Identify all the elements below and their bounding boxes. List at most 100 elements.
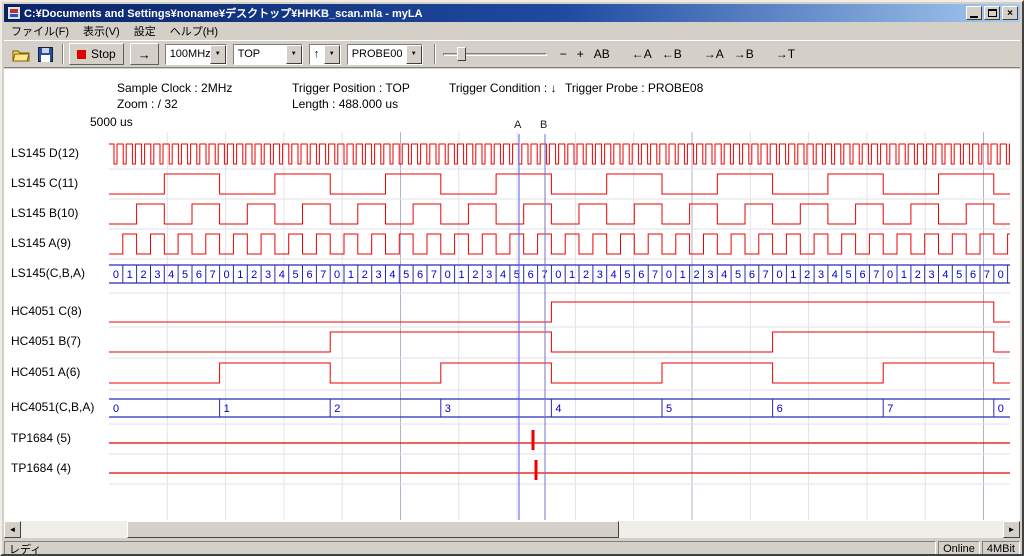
svg-text:2: 2 [251, 269, 257, 281]
chevron-down-icon[interactable]: ▼ [286, 45, 302, 64]
svg-text:6: 6 [777, 403, 783, 415]
svg-text:1: 1 [569, 269, 575, 281]
run-arrow-icon: → [138, 47, 151, 62]
close-button[interactable]: × [1002, 6, 1018, 20]
status-memory: 4MBit [982, 541, 1020, 556]
zoom-slider[interactable] [443, 44, 547, 64]
svg-text:7: 7 [210, 269, 216, 281]
svg-text:3: 3 [929, 269, 935, 281]
trigger-position-combobox[interactable]: TOP ▼ [233, 44, 303, 65]
trigger-probe-combobox[interactable]: PROBE00 ▼ [347, 44, 423, 65]
svg-text:3: 3 [818, 269, 824, 281]
scrollbar-track[interactable] [21, 521, 1003, 538]
zoom-text: Zoom : / 32 [117, 97, 178, 111]
minimize-button[interactable] [966, 6, 982, 20]
trigger-edge-combobox[interactable]: ↑ ▼ [309, 44, 341, 65]
folder-open-icon [12, 47, 30, 62]
menubar: ファイル(F) 表示(V) 設定 ヘルプ(H) [4, 22, 1020, 40]
svg-text:2: 2 [915, 269, 921, 281]
zoom-in-button[interactable]: + [573, 44, 588, 64]
zoom-slider-thumb[interactable] [457, 47, 466, 61]
svg-text:3: 3 [154, 269, 160, 281]
goto-cursor-b-left-button[interactable]: ←B [658, 44, 686, 64]
goto-cursor-a-left-button[interactable]: ←A [628, 44, 656, 64]
svg-text:1: 1 [680, 269, 686, 281]
menu-view[interactable]: 表示(V) [76, 21, 127, 41]
channel-label: HC4051 C(8) [11, 304, 82, 318]
waveform-area[interactable]: 0123456701234567012345670123456701234567… [109, 132, 1010, 520]
goto-trigger-button[interactable]: →T [772, 44, 799, 64]
wave-LS145-C-B-A: 0123456701234567012345670123456701234567… [109, 265, 1010, 283]
svg-text:1: 1 [348, 269, 354, 281]
open-file-button[interactable] [9, 43, 33, 65]
svg-text:0: 0 [998, 403, 1004, 415]
wave-LS145-D-12 [109, 144, 1010, 164]
svg-text:5: 5 [846, 269, 852, 281]
trigger-probe-text: Trigger Probe : PROBE08 [565, 81, 703, 95]
chevron-down-icon[interactable]: ▼ [210, 45, 226, 64]
channel-label: LS145 A(9) [11, 236, 71, 250]
svg-text:6: 6 [859, 269, 865, 281]
sample-clock-value: 100MHz [166, 45, 210, 64]
scroll-right-button[interactable]: ► [1003, 521, 1020, 538]
trigger-position-value: TOP [234, 45, 286, 64]
window-title: C:¥Documents and Settings¥noname¥デスクトップ¥… [24, 5, 964, 21]
svg-text:2: 2 [694, 269, 700, 281]
stop-icon [77, 50, 86, 59]
svg-text:0: 0 [776, 269, 782, 281]
stop-button[interactable]: Stop [69, 43, 124, 65]
titlebar: C:¥Documents and Settings¥noname¥デスクトップ¥… [4, 4, 1020, 22]
svg-text:6: 6 [417, 269, 423, 281]
wave-HC4051-A-6 [109, 363, 1010, 383]
zoom-out-button[interactable]: − [556, 44, 571, 64]
svg-text:5: 5 [735, 269, 741, 281]
svg-text:6: 6 [528, 269, 534, 281]
svg-text:5: 5 [182, 269, 188, 281]
svg-text:6: 6 [749, 269, 755, 281]
run-button[interactable]: → [130, 43, 159, 65]
svg-text:2: 2 [362, 269, 368, 281]
chevron-down-icon[interactable]: ▼ [324, 45, 340, 64]
wave-HC4051-C-B-A: 012345670 [109, 399, 1010, 417]
menu-settings[interactable]: 設定 [127, 21, 163, 41]
svg-text:0: 0 [666, 269, 672, 281]
scroll-left-button[interactable]: ◄ [4, 521, 21, 538]
toolbar-separator [434, 44, 436, 64]
maximize-icon [988, 9, 997, 17]
svg-text:2: 2 [804, 269, 810, 281]
maximize-button[interactable] [984, 6, 1000, 20]
goto-cursor-b-right-button[interactable]: →B [730, 44, 758, 64]
save-button[interactable] [33, 43, 57, 65]
svg-text:5: 5 [666, 403, 672, 415]
svg-text:7: 7 [873, 269, 879, 281]
scrollbar-thumb[interactable] [127, 521, 619, 538]
channel-label: LS145(C,B,A) [11, 266, 85, 280]
toolbar: Stop → 100MHz ▼ TOP ▼ ↑ ▼ PROBE00 ▼ − + … [4, 40, 1020, 68]
goto-cursor-a-right-button[interactable]: →A [700, 44, 728, 64]
svg-text:4: 4 [279, 269, 285, 281]
svg-text:4: 4 [168, 269, 174, 281]
svg-text:1: 1 [127, 269, 133, 281]
chevron-down-icon[interactable]: ▼ [406, 45, 422, 64]
minimize-icon [970, 16, 978, 18]
close-icon: × [1007, 8, 1013, 19]
svg-text:3: 3 [486, 269, 492, 281]
horizontal-scrollbar[interactable]: ◄ ► [4, 521, 1020, 538]
svg-text:4: 4 [832, 269, 838, 281]
sample-clock-combobox[interactable]: 100MHz ▼ [165, 44, 227, 65]
scroll-right-icon: ► [1008, 525, 1016, 534]
menu-file[interactable]: ファイル(F) [4, 21, 76, 41]
channel-label: TP1684 (5) [11, 431, 71, 445]
menu-help[interactable]: ヘルプ(H) [163, 21, 225, 41]
svg-text:3: 3 [376, 269, 382, 281]
svg-text:2: 2 [141, 269, 147, 281]
stop-label: Stop [91, 47, 116, 61]
svg-text:1: 1 [458, 269, 464, 281]
ab-button[interactable]: AB [590, 44, 614, 64]
svg-text:0: 0 [113, 403, 119, 415]
cursor-b-label: B [540, 119, 547, 131]
svg-text:3: 3 [265, 269, 271, 281]
wave-HC4051-C-8 [109, 302, 1010, 322]
wave-TP1684-5 [109, 430, 1010, 450]
svg-text:5: 5 [293, 269, 299, 281]
